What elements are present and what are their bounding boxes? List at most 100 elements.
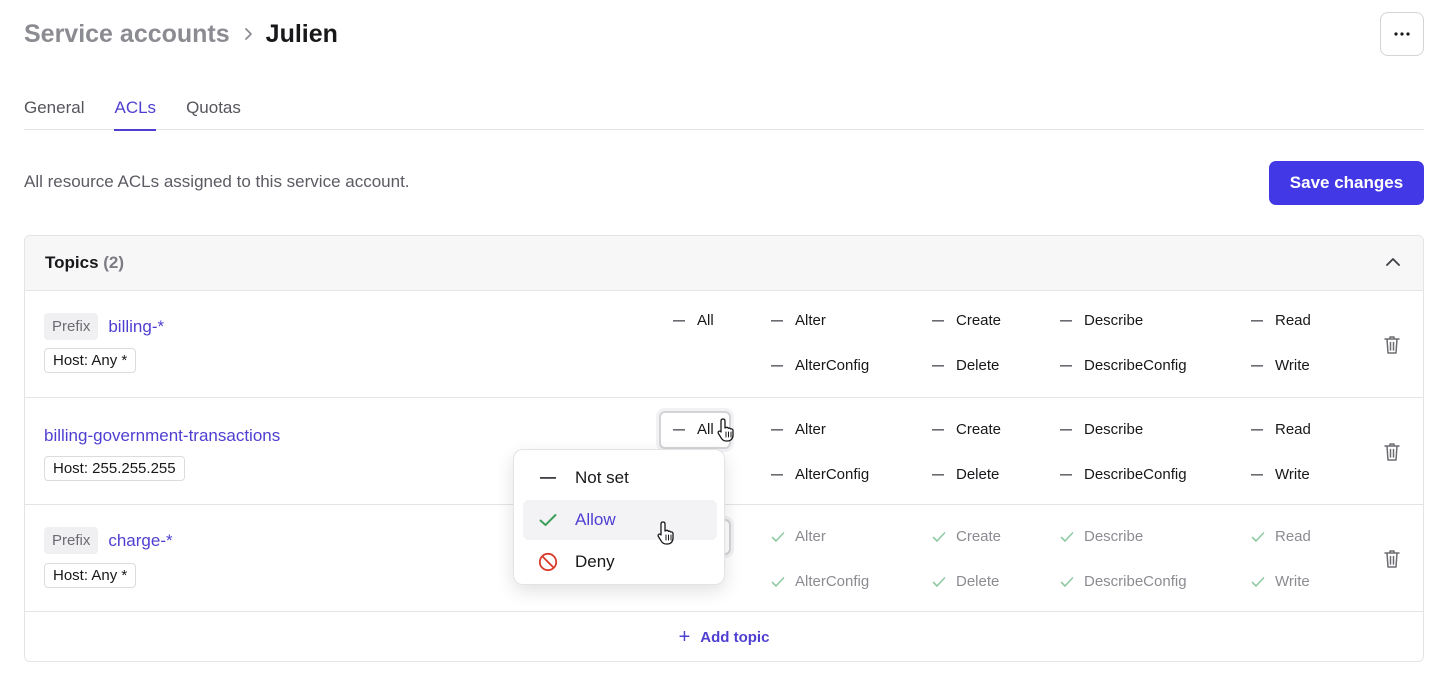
trash-icon[interactable] <box>1382 548 1402 570</box>
dash-icon <box>771 468 785 482</box>
check-icon <box>1060 575 1074 589</box>
perm-create[interactable]: Create <box>932 421 1001 438</box>
perm-label: Create <box>956 528 1002 545</box>
perm-label: Read <box>1275 528 1311 545</box>
perm-all[interactable]: All <box>673 312 714 329</box>
more-horizontal-icon <box>1394 32 1410 36</box>
check-icon <box>771 575 785 589</box>
host-badge: Host: Any * <box>44 563 137 588</box>
tab-quotas[interactable]: Quotas <box>186 92 241 130</box>
topics-count: (2) <box>103 253 125 272</box>
resource-name-link[interactable]: billing-* <box>108 317 164 337</box>
perm-read[interactable]: Read <box>1251 528 1311 545</box>
check-icon <box>537 509 559 531</box>
add-topic-button[interactable]: + Add topic <box>25 612 1423 661</box>
perm-read[interactable]: Read <box>1251 312 1311 329</box>
perm-label: All <box>697 312 714 329</box>
chevron-up-icon[interactable] <box>1383 252 1403 272</box>
acl-row: Prefix billing-* Host: Any * All Alter A… <box>25 291 1423 398</box>
dash-icon <box>771 314 785 328</box>
perm-label: Delete <box>956 357 1000 374</box>
perm-label: Create <box>956 421 1002 438</box>
dash-icon <box>932 423 946 437</box>
tab-general[interactable]: General <box>24 92 84 130</box>
resource-line: Prefix charge-* <box>44 527 173 554</box>
dropdown-option-label: Allow <box>575 510 616 529</box>
dash-icon <box>932 359 946 373</box>
perm-alter[interactable]: Alter <box>771 421 826 438</box>
check-icon <box>932 530 946 544</box>
more-options-button[interactable] <box>1380 12 1424 56</box>
add-topic-label: Add topic <box>700 628 770 646</box>
perm-label: Alter <box>795 421 826 438</box>
resource-name-link[interactable]: billing-government-transactions <box>44 426 280 446</box>
dash-icon <box>932 314 946 328</box>
perm-label: DescribeConfig <box>1084 357 1187 374</box>
perm-label: AlterConfig <box>795 357 870 374</box>
perm-label: Describe <box>1084 528 1144 545</box>
perm-describeconfig[interactable]: DescribeConfig <box>1060 357 1187 374</box>
perm-describe[interactable]: Describe <box>1060 312 1143 329</box>
topics-header[interactable]: Topics (2) <box>25 236 1423 291</box>
perm-alter[interactable]: Alter <box>771 528 826 545</box>
host-badge: Host: Any * <box>44 348 137 373</box>
perm-label: Write <box>1275 357 1310 374</box>
perm-describe[interactable]: Describe <box>1060 528 1143 545</box>
perm-label: Describe <box>1084 312 1144 329</box>
dash-icon <box>1251 423 1265 437</box>
check-icon <box>1251 575 1265 589</box>
perm-describeconfig[interactable]: DescribeConfig <box>1060 466 1187 483</box>
dash-icon <box>673 423 687 437</box>
host-badge: Host: 255.255.255 <box>44 456 185 481</box>
breadcrumb-parent-link[interactable]: Service accounts <box>24 20 230 49</box>
tab-bar: General ACLs Quotas <box>24 92 1424 131</box>
perm-write[interactable]: Write <box>1251 466 1310 483</box>
dash-icon <box>537 467 559 489</box>
perm-describe[interactable]: Describe <box>1060 421 1143 438</box>
perm-write[interactable]: Write <box>1251 573 1310 590</box>
trash-icon[interactable] <box>1382 441 1402 463</box>
perm-label: DescribeConfig <box>1084 573 1187 590</box>
resource-name-link[interactable]: charge-* <box>108 531 172 551</box>
save-changes-button[interactable]: Save changes <box>1269 161 1424 205</box>
perm-delete[interactable]: Delete <box>932 466 999 483</box>
perm-label: Read <box>1275 312 1311 329</box>
dropdown-option-allow[interactable]: Allow <box>523 500 717 540</box>
resource-line: Prefix billing-* <box>44 313 164 340</box>
dash-icon <box>771 359 785 373</box>
perm-write[interactable]: Write <box>1251 357 1310 374</box>
dropdown-option-deny[interactable]: Deny <box>523 542 717 582</box>
perm-read[interactable]: Read <box>1251 421 1311 438</box>
pointer-cursor-icon <box>717 418 734 442</box>
perm-label: Describe <box>1084 421 1144 438</box>
trash-icon[interactable] <box>1382 334 1402 356</box>
tab-acls[interactable]: ACLs <box>114 92 156 131</box>
check-icon <box>932 575 946 589</box>
dropdown-option-label: Not set <box>575 468 629 487</box>
dash-icon <box>1251 314 1265 328</box>
perm-label: Write <box>1275 466 1310 483</box>
perm-delete[interactable]: Delete <box>932 357 999 374</box>
perm-create[interactable]: Create <box>932 312 1001 329</box>
perm-alter[interactable]: Alter <box>771 312 826 329</box>
perm-label: AlterConfig <box>795 573 870 590</box>
perm-describeconfig[interactable]: DescribeConfig <box>1060 573 1187 590</box>
dash-icon <box>932 468 946 482</box>
chevron-right-icon <box>230 16 266 52</box>
dropdown-option-not-set[interactable]: Not set <box>523 458 717 498</box>
perm-label: Delete <box>956 466 1000 483</box>
perm-alterconfig[interactable]: AlterConfig <box>771 466 869 483</box>
deny-icon <box>537 551 559 573</box>
topics-card: Topics (2) Prefix billing-* Host: Any * … <box>24 235 1424 662</box>
dash-icon <box>1251 359 1265 373</box>
perm-alterconfig[interactable]: AlterConfig <box>771 357 869 374</box>
perm-label: Delete <box>956 573 1000 590</box>
perm-label: AlterConfig <box>795 466 870 483</box>
perm-delete[interactable]: Delete <box>932 573 999 590</box>
perm-create[interactable]: Create <box>932 528 1001 545</box>
dash-icon <box>1060 423 1074 437</box>
page-title: Julien <box>265 19 338 48</box>
perm-all[interactable]: All <box>673 421 714 438</box>
perm-alterconfig[interactable]: AlterConfig <box>771 573 869 590</box>
topics-title-label: Topics <box>45 253 99 272</box>
